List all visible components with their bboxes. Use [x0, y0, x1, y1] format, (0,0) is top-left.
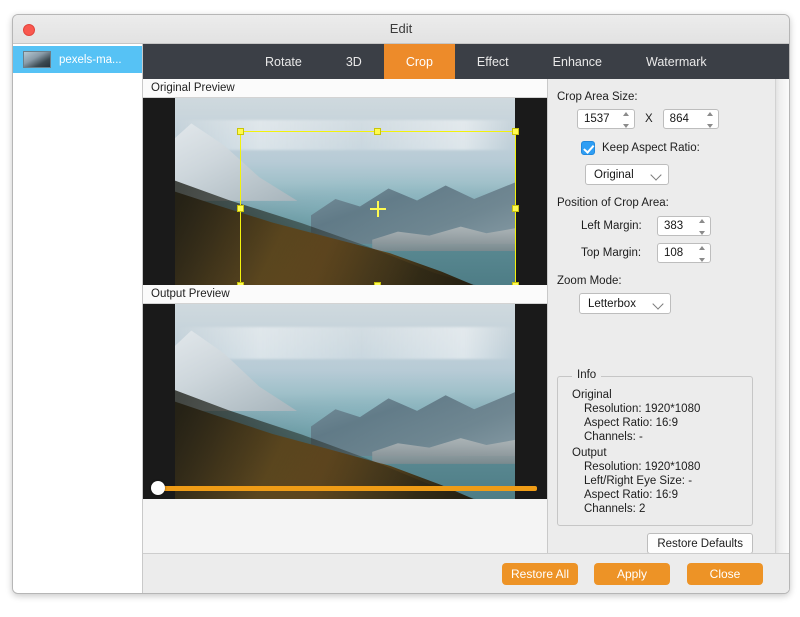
sidebar-item-video[interactable]: pexels-ma...: [13, 46, 142, 73]
stepper-up-icon[interactable]: [706, 112, 713, 116]
settings-scrollbar[interactable]: [775, 79, 789, 593]
chevron-down-icon: [652, 297, 664, 310]
left-margin-label: Left Margin:: [581, 220, 642, 232]
info-output-channels: Channels: 2: [584, 503, 646, 515]
top-margin-label: Top Margin:: [581, 247, 642, 259]
progress-track[interactable]: [159, 486, 537, 491]
original-preview-title: Original Preview: [143, 79, 547, 98]
preview-column: Original Preview Output Preview: [143, 79, 548, 593]
screenshot-root: Edit pexels-ma... Rotate 3D Crop Effect …: [0, 0, 800, 617]
info-original-resolution: Resolution: 1920*1080: [584, 403, 701, 415]
restore-defaults-button[interactable]: Restore Defaults: [647, 533, 753, 554]
cloud-band: [175, 120, 515, 151]
info-legend: Info: [572, 369, 602, 381]
stepper-up-icon[interactable]: [699, 246, 705, 250]
stepper-up-icon[interactable]: [699, 219, 705, 223]
playback-progress[interactable]: [143, 481, 547, 495]
crop-height-stepper[interactable]: 864: [662, 109, 719, 129]
keep-aspect-ratio-checkbox[interactable]: [581, 141, 595, 155]
info-output-heading: Output: [572, 447, 607, 459]
original-video-frame: [175, 98, 515, 285]
original-preview-stage[interactable]: [143, 98, 547, 285]
stepper-down-icon[interactable]: [699, 258, 705, 262]
top-margin-stepper[interactable]: 108: [657, 243, 711, 263]
close-button[interactable]: Close: [687, 563, 763, 585]
crop-width-value: 1537: [584, 113, 610, 125]
top-margin-value: 108: [664, 247, 684, 259]
title-bar: Edit: [13, 15, 789, 44]
edit-window: Edit pexels-ma... Rotate 3D Crop Effect …: [12, 14, 790, 594]
info-output-resolution: Resolution: 1920*1080: [584, 461, 701, 473]
tab-rotate[interactable]: Rotate: [243, 44, 324, 79]
left-margin-row: Left Margin: 383: [581, 216, 775, 236]
crop-area-size-label: Crop Area Size:: [557, 91, 638, 103]
dimension-separator: X: [645, 113, 653, 125]
output-preview-title: Output Preview: [143, 285, 547, 304]
apply-button[interactable]: Apply: [594, 563, 670, 585]
crop-size-row: 1537 X 864: [557, 109, 775, 129]
crop-settings-inner: Crop Area Size: 1537 X 864 Keep Aspect R…: [549, 79, 775, 593]
far-ridge-output: [311, 392, 515, 457]
top-margin-row: Top Margin: 108: [581, 243, 775, 263]
content-area: Rotate 3D Crop Effect Enhance Watermark …: [143, 44, 789, 593]
info-original-channels: Channels: -: [584, 431, 643, 443]
keep-aspect-ratio-row[interactable]: Keep Aspect Ratio:: [581, 141, 775, 155]
top-margin-stepper-arrows[interactable]: [698, 246, 706, 262]
left-margin-stepper-arrows[interactable]: [698, 219, 706, 235]
stepper-down-icon[interactable]: [623, 124, 629, 128]
output-video-frame: [175, 304, 515, 499]
restore-all-button[interactable]: Restore All: [502, 563, 578, 585]
tab-crop[interactable]: Crop: [383, 44, 455, 79]
file-list-sidebar: pexels-ma...: [13, 44, 143, 593]
tab-watermark[interactable]: Watermark: [624, 44, 729, 79]
crop-height-value: 864: [669, 113, 689, 125]
crop-width-stepper[interactable]: 1537: [577, 109, 635, 129]
crop-height-stepper-arrows[interactable]: [706, 112, 714, 128]
progress-knob[interactable]: [151, 481, 165, 495]
crop-width-stepper-arrows[interactable]: [622, 112, 630, 128]
left-margin-stepper[interactable]: 383: [657, 216, 711, 236]
tab-effect[interactable]: Effect: [455, 44, 531, 79]
aspect-ratio-value: Original: [594, 168, 634, 181]
left-margin-value: 383: [664, 220, 684, 232]
output-preview-stage[interactable]: [143, 304, 547, 499]
zoom-mode-label: Zoom Mode:: [557, 275, 622, 287]
cloud-band-output: [175, 327, 515, 359]
far-ridge: [311, 182, 515, 244]
window-title: Edit: [389, 21, 413, 36]
zoom-mode-select[interactable]: Letterbox: [579, 293, 671, 314]
stepper-down-icon[interactable]: [706, 124, 713, 128]
info-group: Info Original Resolution: 1920*1080 Aspe…: [557, 369, 753, 526]
info-original-aspect: Aspect Ratio: 16:9: [584, 417, 678, 429]
chevron-down-icon: [650, 168, 662, 181]
crop-settings-panel: Crop Area Size: 1537 X 864 Keep Aspect R…: [549, 79, 789, 593]
zoom-mode-value: Letterbox: [588, 297, 636, 310]
main-split: Original Preview Output Preview Crop Are…: [143, 79, 789, 593]
tab-3d[interactable]: 3D: [324, 44, 384, 79]
info-output-eye-size: Left/Right Eye Size: -: [584, 475, 693, 487]
footer-bar: Restore All Apply Close: [143, 553, 789, 593]
info-original-heading: Original: [572, 389, 612, 401]
info-output-aspect: Aspect Ratio: 16:9: [584, 489, 678, 501]
video-thumbnail-icon: [23, 51, 51, 68]
stepper-down-icon[interactable]: [699, 231, 705, 235]
keep-aspect-ratio-label: Keep Aspect Ratio:: [602, 142, 700, 154]
sidebar-item-label: pexels-ma...: [59, 53, 122, 66]
tab-enhance[interactable]: Enhance: [531, 44, 624, 79]
stepper-up-icon[interactable]: [623, 112, 629, 116]
position-of-crop-area-label: Position of Crop Area:: [557, 197, 669, 209]
edit-tabbar: Rotate 3D Crop Effect Enhance Watermark: [143, 44, 789, 79]
aspect-ratio-select[interactable]: Original: [585, 164, 669, 185]
